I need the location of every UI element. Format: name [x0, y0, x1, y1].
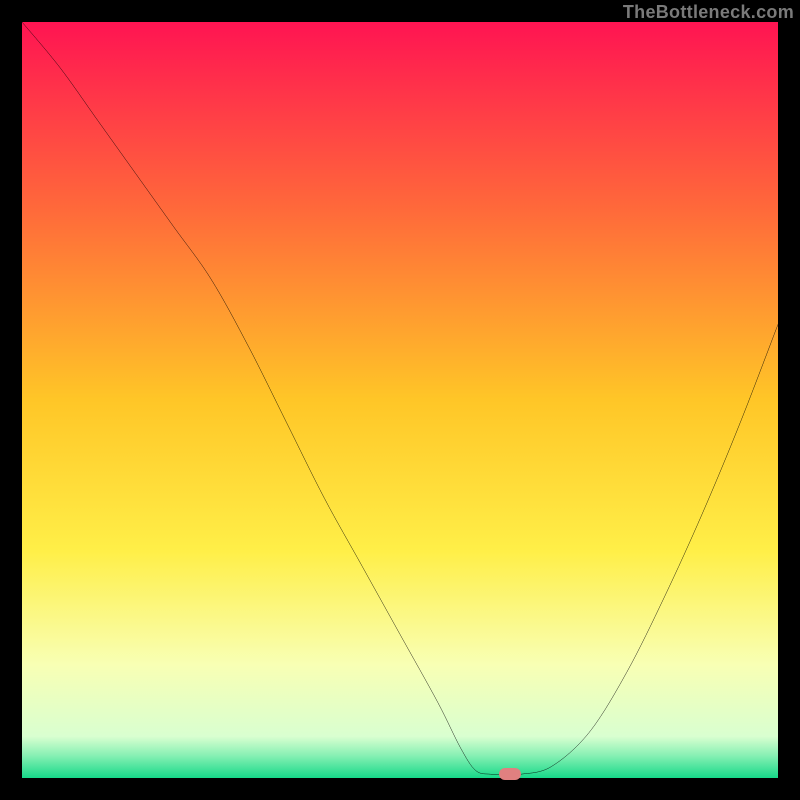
background-gradient: [22, 22, 778, 778]
attribution-label: TheBottleneck.com: [623, 2, 794, 23]
chart-container: TheBottleneck.com: [0, 0, 800, 800]
optimal-marker: [499, 768, 521, 780]
plot-area: [22, 22, 778, 778]
